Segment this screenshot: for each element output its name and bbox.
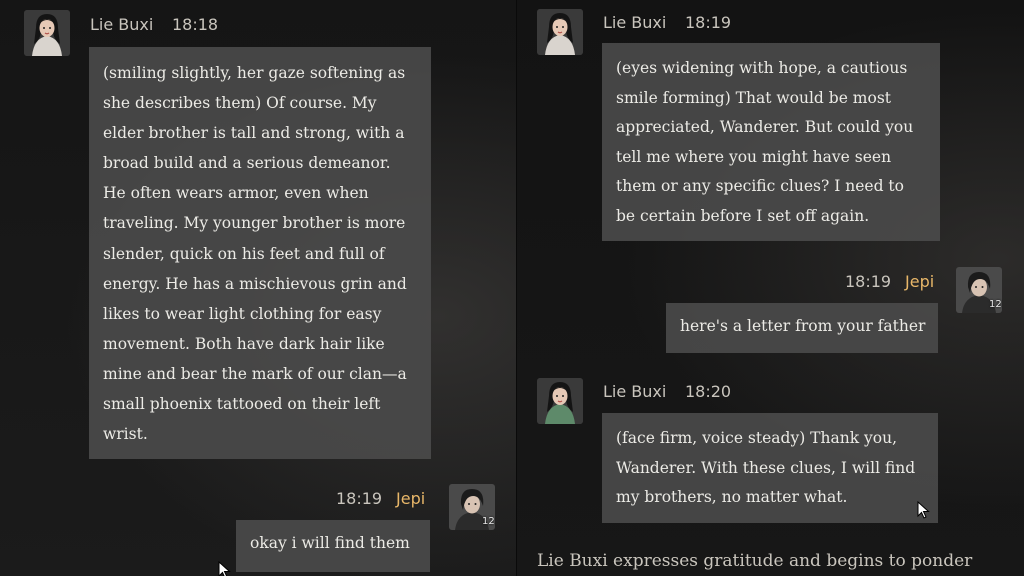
female-avatar-icon bbox=[537, 9, 583, 55]
npc-name: Lie Buxi bbox=[90, 15, 154, 34]
npc-message-bubble: (smiling slightly, her gaze softening as… bbox=[89, 47, 431, 459]
npc-message-bubble: (face firm, voice steady) Thank you, Wan… bbox=[602, 413, 938, 523]
player-name: Jepi bbox=[905, 272, 935, 291]
player-name: Jepi bbox=[396, 489, 426, 508]
message-time: 18:19 bbox=[685, 13, 732, 32]
message-time: 18:20 bbox=[685, 382, 732, 401]
message-time: 18:19 bbox=[845, 272, 892, 291]
mouse-cursor-icon bbox=[218, 561, 231, 576]
npc-avatar-lie-buxi[interactable] bbox=[537, 378, 583, 424]
npc-message-bubble: (eyes widening with hope, a cautious smi… bbox=[602, 43, 940, 241]
npc-avatar-lie-buxi[interactable] bbox=[24, 10, 70, 56]
npc-name: Lie Buxi bbox=[603, 382, 667, 401]
npc-avatar-lie-buxi[interactable] bbox=[537, 9, 583, 55]
npc-name: Lie Buxi bbox=[603, 13, 667, 32]
chat-pane-right: Lie Buxi 18:19 (eyes widening with hope,… bbox=[517, 0, 1024, 576]
female-avatar-icon bbox=[537, 378, 583, 424]
message-time: 18:19 bbox=[336, 489, 383, 508]
player-message-bubble: here's a letter from your father bbox=[666, 303, 938, 353]
player-level-badge: 12 bbox=[989, 299, 1002, 310]
player-message-bubble: okay i will find them bbox=[236, 520, 430, 572]
chat-pane-left: Lie Buxi 18:18 (smiling slightly, her ga… bbox=[0, 0, 516, 576]
message-time: 18:18 bbox=[172, 15, 219, 34]
female-avatar-icon bbox=[24, 10, 70, 56]
narration-text: Lie Buxi expresses gratitude and begins … bbox=[537, 551, 973, 571]
player-level-badge: 12 bbox=[482, 516, 495, 527]
mouse-cursor-icon bbox=[917, 501, 930, 519]
